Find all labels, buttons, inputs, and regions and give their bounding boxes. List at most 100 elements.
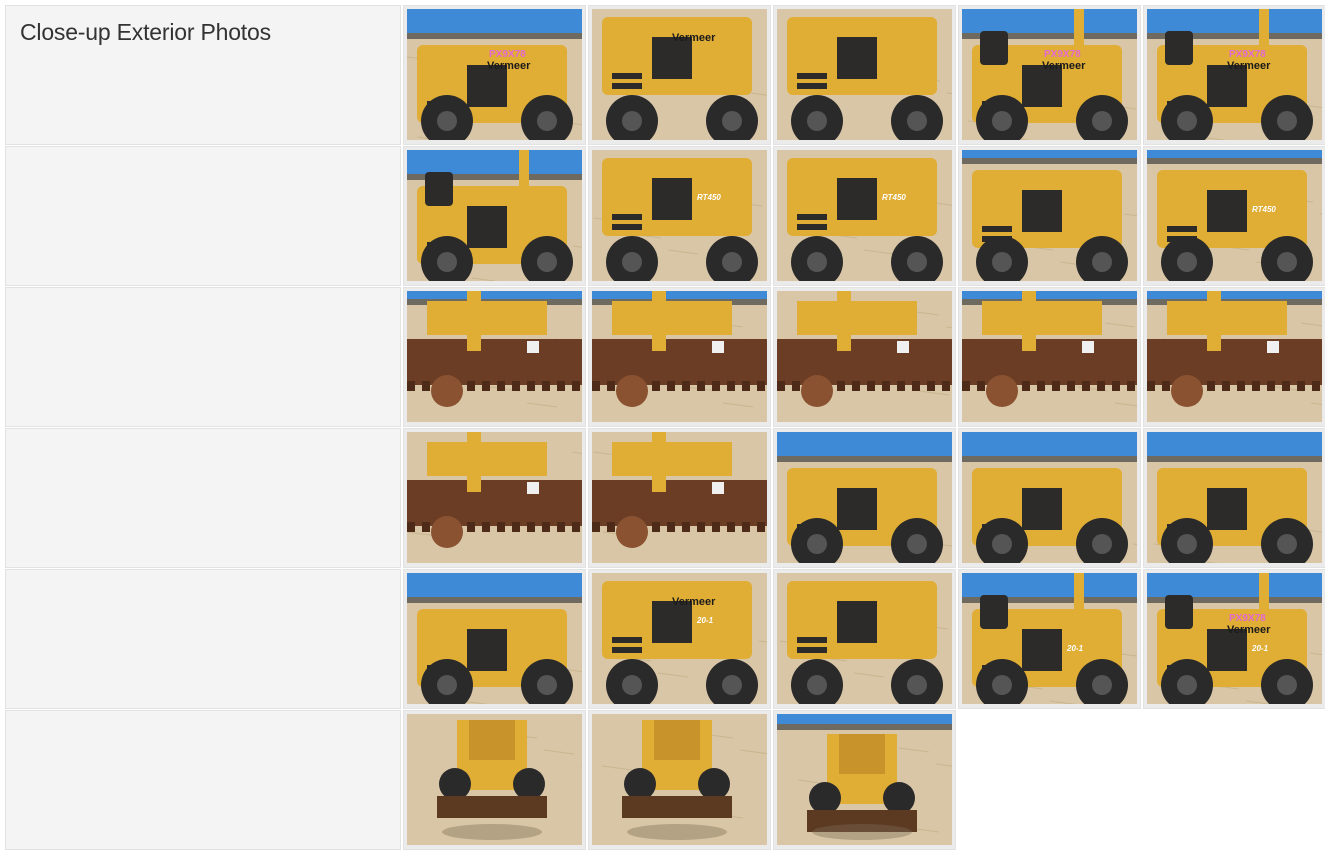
photo-thumbnail-cell: Vermeer [588,5,771,145]
equipment-photo-image [962,291,1137,422]
photo-thumbnail-p27[interactable] [592,714,767,845]
photo-thumbnail-cell [1143,428,1325,568]
photo-thumbnail-cell [773,5,956,145]
photo-thumbnail-p12[interactable] [592,291,767,422]
equipment-photo-image: 20-1 [962,573,1137,704]
photo-thumbnail-p21[interactable] [407,573,582,704]
gallery-row: Vermeer 20-1 20-1 PX9X78 Vermeer 20-1 [5,569,1325,709]
gallery-row [5,428,1325,568]
equipment-photo-image: RT450 [777,150,952,281]
photo-thumbnail-p28[interactable] [777,714,952,845]
photo-thumbnail-cell [773,710,956,850]
brand-text: Vermeer [672,596,716,608]
brand-text: Vermeer [1227,60,1271,72]
section-label-cell [5,287,401,427]
photo-thumbnail-p23[interactable] [777,573,952,704]
brand-text: Vermeer [487,60,531,72]
gallery-row: Close-up Exterior Photos PX9X78 Vermeer Ver… [5,5,1325,145]
equipment-photo-image: PX9X78Vermeer [1147,9,1322,140]
photo-thumbnail-p5[interactable]: PX9X78 Vermeer [1147,9,1322,140]
equipment-photo-image: RT450 [1147,150,1322,281]
photo-thumbnail-cell [773,428,956,568]
equipment-photo-image [777,291,952,422]
photo-thumbnail-p13[interactable] [777,291,952,422]
equipment-photo-image [407,150,582,281]
decal-text: PX9X78 [1229,613,1266,624]
photo-thumbnail-p24[interactable]: 20-1 [962,573,1137,704]
photo-thumbnail-cell: PX9X78 Vermeer 20-1 [1143,569,1325,709]
photo-thumbnail-cell: RT450 [588,146,771,286]
section-label-cell: Close-up Exterior Photos [5,5,401,145]
section-label-cell [5,428,401,568]
photo-thumbnail-p6[interactable] [407,150,582,281]
photo-thumbnail-cell: PX9X78 Vermeer [958,5,1141,145]
photo-thumbnail-p4[interactable]: PX9X78 Vermeer [962,9,1137,140]
equipment-photo-image: PX9X78Vermeer [407,9,582,140]
section-title: Close-up Exterior Photos [20,19,271,45]
equipment-photo-image [407,573,582,704]
equipment-photo-image [407,432,582,563]
equipment-photo-image [592,714,767,845]
photo-thumbnail-p25[interactable]: PX9X78 Vermeer 20-1 [1147,573,1322,704]
photo-thumbnail-p14[interactable] [962,291,1137,422]
photo-thumbnail-cell [958,428,1141,568]
equipment-photo-image [962,150,1137,281]
model-text: RT450 [882,193,906,202]
equipment-photo-image [1147,291,1322,422]
photo-thumbnail-cell [403,569,586,709]
photo-thumbnail-cell [588,428,771,568]
photo-thumbnail-cell [773,569,956,709]
model-text: 20-1 [1066,644,1084,653]
photo-thumbnail-cell [403,710,586,850]
equipment-photo-image [777,573,952,704]
photo-thumbnail-p20[interactable] [1147,432,1322,563]
equipment-photo-image [1147,432,1322,563]
photo-thumbnail-p1[interactable]: PX9X78 Vermeer [407,9,582,140]
model-text: 20-1 [696,616,714,625]
equipment-photo-image [407,714,582,845]
photo-thumbnail-p8[interactable]: RT450 [777,150,952,281]
photo-thumbnail-p22[interactable]: Vermeer 20-1 [592,573,767,704]
section-label-cell [5,569,401,709]
photo-thumbnail-p16[interactable] [407,432,582,563]
photo-thumbnail-cell: Vermeer 20-1 [588,569,771,709]
section-label-cell [5,710,401,850]
model-text: RT450 [697,193,721,202]
photo-thumbnail-p2[interactable]: Vermeer [592,9,767,140]
section-label-cell [5,146,401,286]
equipment-photo-image [962,432,1137,563]
photo-thumbnail-p19[interactable] [962,432,1137,563]
equipment-photo-image: RT450 [592,150,767,281]
photo-thumbnail-cell: PX9X78 Vermeer [403,5,586,145]
model-text: RT450 [1252,205,1276,214]
photo-thumbnail-p9[interactable] [962,150,1137,281]
photo-thumbnail-p10[interactable]: RT450 [1147,150,1322,281]
decal-text: PX9X78 [1229,49,1266,60]
equipment-photo-image [407,291,582,422]
equipment-photo-image [777,9,952,140]
model-text: 20-1 [1251,644,1269,653]
photo-thumbnail-p18[interactable] [777,432,952,563]
decal-text: PX9X78 [489,49,526,60]
photo-thumbnail-p11[interactable] [407,291,582,422]
equipment-photo-image: Vermeer [592,9,767,140]
photo-thumbnail-cell [403,428,586,568]
photo-thumbnail-cell [588,710,771,850]
photo-thumbnail-cell: RT450 [1143,146,1325,286]
equipment-photo-image: PX9X78Vermeer [962,9,1137,140]
photo-thumbnail-cell: PX9X78 Vermeer [1143,5,1325,145]
photo-thumbnail-cell [403,146,586,286]
equipment-photo-image [592,432,767,563]
photo-thumbnail-p3[interactable] [777,9,952,140]
equipment-photo-image: Vermeer 20-1 [592,573,767,704]
photo-thumbnail-p26[interactable] [407,714,582,845]
photo-thumbnail-cell: RT450 [773,146,956,286]
photo-thumbnail-p15[interactable] [1147,291,1322,422]
equipment-photo-image [777,714,952,845]
photo-thumbnail-p7[interactable]: RT450 [592,150,767,281]
brand-text: Vermeer [1227,624,1271,636]
brand-text: Vermeer [1042,60,1086,72]
equipment-photo-image: PX9X78Vermeer 20-1 [1147,573,1322,704]
photo-thumbnail-cell [403,287,586,427]
photo-thumbnail-p17[interactable] [592,432,767,563]
